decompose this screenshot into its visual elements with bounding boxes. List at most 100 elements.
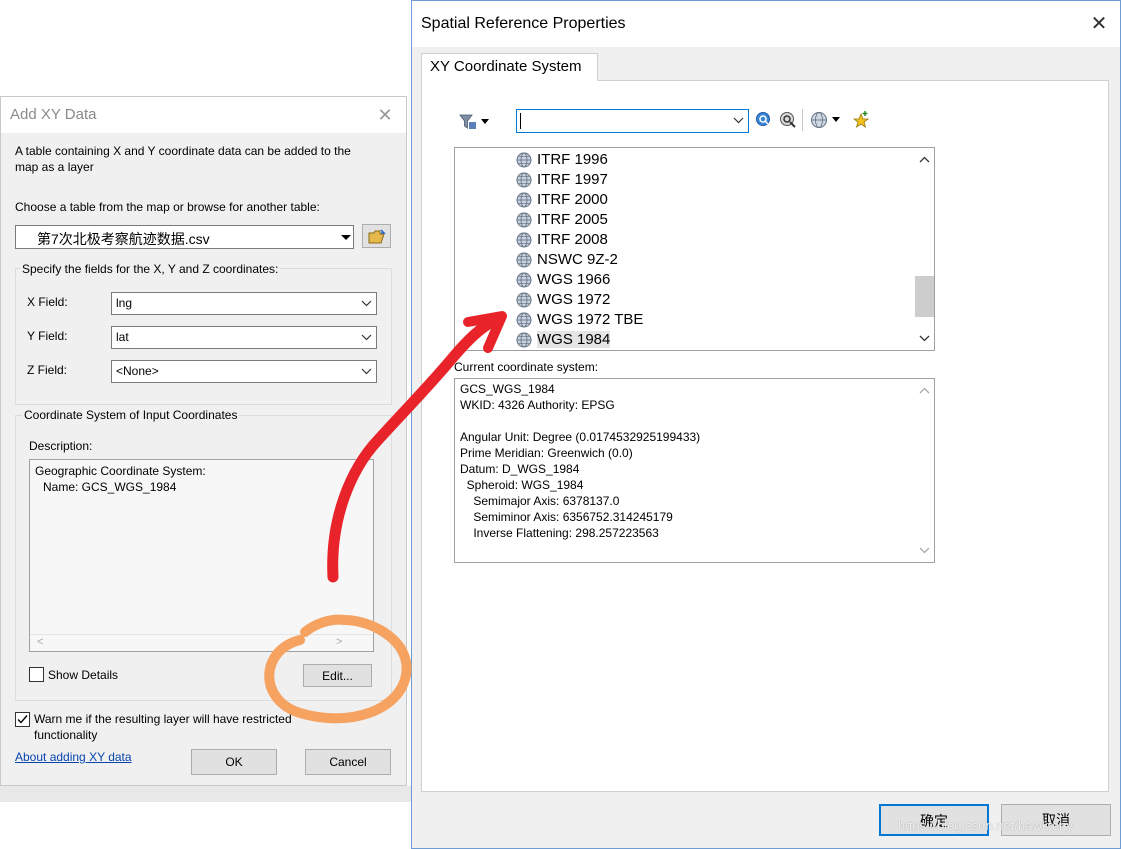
current-cs-line: Semiminor Axis: 6356752.314245179 bbox=[460, 510, 673, 524]
description-textbox[interactable]: Geographic Coordinate System: Name: GCS_… bbox=[29, 459, 374, 652]
globe-icon bbox=[516, 192, 532, 208]
warn-label-line2: functionality bbox=[34, 728, 98, 742]
current-cs-line: WKID: 4326 Authority: EPSG bbox=[460, 398, 615, 412]
x-field-label: X Field: bbox=[27, 295, 68, 309]
intro-text-line2: map as a layer bbox=[15, 160, 94, 174]
current-cs-line: Datum: D_WGS_1984 bbox=[460, 462, 580, 476]
z-field-value: <None> bbox=[116, 364, 159, 378]
globe-icon bbox=[516, 212, 532, 228]
globe-icon bbox=[516, 292, 532, 308]
add-xy-title: Add XY Data bbox=[10, 106, 97, 123]
background-strip bbox=[0, 786, 411, 802]
current-cs-line: Inverse Flattening: 298.257223563 bbox=[460, 526, 659, 540]
tab-xy-coordinate-system[interactable]: XY Coordinate System bbox=[421, 53, 598, 81]
toolbar-separator bbox=[802, 109, 803, 131]
description-line2: Name: GCS_WGS_1984 bbox=[43, 480, 177, 494]
intro-text-line1: A table containing X and Y coordinate da… bbox=[15, 144, 351, 158]
description-label: Description: bbox=[29, 439, 93, 453]
cs-list-item-label: WGS 1972 bbox=[537, 291, 611, 308]
desc-vscrollbar[interactable] bbox=[915, 379, 934, 562]
close-icon[interactable]: ✕ bbox=[373, 103, 397, 127]
show-details-label: Show Details bbox=[48, 668, 119, 682]
list-scroll-thumb[interactable] bbox=[915, 276, 934, 317]
cs-list-item-label: ITRF 2005 bbox=[537, 211, 608, 228]
current-cs-line: Semimajor Axis: 6378137.0 bbox=[460, 494, 620, 508]
warn-label-line1: Warn me if the resulting layer will have… bbox=[34, 712, 292, 726]
scroll-right-icon[interactable]: > bbox=[336, 636, 342, 648]
x-field-select[interactable]: lng bbox=[111, 292, 377, 315]
add-favorite-button[interactable] bbox=[851, 110, 871, 130]
spatial-reference-dialog: Spatial Reference Properties ✕ XY Coordi… bbox=[411, 0, 1121, 849]
search-input[interactable] bbox=[516, 109, 749, 133]
chevron-down-icon bbox=[361, 364, 372, 378]
chevron-down-icon bbox=[361, 296, 372, 310]
scroll-up-icon[interactable] bbox=[918, 384, 931, 397]
globe-icon bbox=[516, 152, 532, 168]
globe-icon bbox=[811, 112, 840, 128]
close-icon[interactable]: ✕ bbox=[1087, 12, 1111, 36]
filter-dropdown-button[interactable] bbox=[459, 113, 495, 131]
fields-group-caption: Specify the fields for the X, Y and Z co… bbox=[20, 262, 281, 276]
current-cs-line: Prime Meridian: Greenwich (0.0) bbox=[460, 446, 633, 460]
clear-search-button[interactable] bbox=[779, 111, 797, 129]
browse-folder-icon bbox=[368, 229, 386, 244]
search-button[interactable] bbox=[755, 111, 773, 129]
text-cursor bbox=[520, 113, 521, 129]
browse-folder-button[interactable] bbox=[362, 224, 391, 248]
show-details-checkbox[interactable] bbox=[29, 667, 44, 682]
y-field-label: Y Field: bbox=[27, 329, 68, 343]
cs-list-item-label: WGS 1984 bbox=[537, 331, 611, 348]
y-field-value: lat bbox=[116, 330, 129, 344]
x-field-value: lng bbox=[116, 296, 133, 310]
description-line1: Geographic Coordinate System: bbox=[35, 464, 206, 478]
y-field-select[interactable]: lat bbox=[111, 326, 377, 349]
cs-list-item-label: ITRF 1997 bbox=[537, 171, 608, 188]
checkmark-icon bbox=[17, 715, 28, 724]
spatial-ref-titlebar: Spatial Reference Properties ✕ bbox=[412, 1, 1120, 47]
warn-checkbox[interactable] bbox=[15, 712, 30, 727]
coord-system-caption: Coordinate System of Input Coordinates bbox=[22, 408, 240, 422]
add-xy-titlebar: Add XY Data ✕ bbox=[1, 97, 406, 133]
filter-icon bbox=[459, 114, 489, 129]
scroll-up-icon[interactable] bbox=[918, 153, 931, 166]
scroll-down-icon[interactable] bbox=[918, 332, 931, 345]
add-xy-data-dialog: Add XY Data ✕ A table containing X and Y… bbox=[0, 96, 407, 786]
edit-button[interactable]: Edit... bbox=[303, 664, 372, 687]
search-icon bbox=[756, 112, 770, 126]
table-select-value: 第7次北极考察航迹数据.csv bbox=[37, 231, 210, 247]
cs-list-item-label: WGS 1966 bbox=[537, 271, 611, 288]
scroll-down-icon[interactable] bbox=[918, 544, 931, 557]
z-field-select[interactable]: <None> bbox=[111, 360, 377, 383]
cs-list-item-label: ITRF 2008 bbox=[537, 231, 608, 248]
xy-coordinate-tabpanel: ITRF 1996 ITRF 1997 ITRF 2000 ITRF 2005 ITRF… bbox=[421, 80, 1109, 792]
table-select[interactable]: 第7次北极考察航迹数据.csv bbox=[15, 225, 354, 249]
coordinate-system-list[interactable]: ITRF 1996 ITRF 1997 ITRF 2000 ITRF 2005 ITRF… bbox=[454, 147, 935, 351]
ok-button[interactable]: OK bbox=[191, 749, 277, 775]
globe-icon bbox=[516, 332, 532, 348]
cs-list-item-label: ITRF 2000 bbox=[537, 191, 608, 208]
globe-icon bbox=[516, 312, 532, 328]
globe-dropdown-button[interactable] bbox=[810, 110, 846, 130]
current-cs-label: Current coordinate system: bbox=[454, 360, 599, 374]
description-hscrollbar[interactable]: < > bbox=[30, 634, 373, 651]
current-cs-line: Angular Unit: Degree (0.0174532925199433… bbox=[460, 430, 701, 444]
watermark: https://blog.csdn.net/hawktony bbox=[898, 818, 1073, 833]
scroll-left-icon[interactable]: < bbox=[37, 636, 43, 648]
about-xy-data-link[interactable]: About adding XY data bbox=[15, 750, 132, 764]
choose-table-label: Choose a table from the map or browse fo… bbox=[15, 200, 320, 214]
spatial-ref-title: Spatial Reference Properties bbox=[421, 15, 626, 32]
globe-icon bbox=[516, 272, 532, 288]
globe-icon bbox=[516, 172, 532, 188]
current-cs-textbox[interactable]: GCS_WGS_1984 WKID: 4326 Authority: EPSG An… bbox=[454, 378, 935, 563]
add-favorite-icon bbox=[852, 111, 870, 128]
current-cs-line: Spheroid: WGS_1984 bbox=[460, 478, 584, 492]
current-cs-line: GCS_WGS_1984 bbox=[460, 382, 555, 396]
z-field-label: Z Field: bbox=[27, 363, 68, 377]
chevron-down-icon bbox=[361, 330, 372, 344]
chevron-down-icon bbox=[733, 115, 744, 129]
globe-icon bbox=[516, 252, 532, 268]
cancel-button[interactable]: Cancel bbox=[305, 749, 391, 775]
cs-list-item-label: NSWC 9Z-2 bbox=[537, 251, 618, 268]
chevron-down-icon bbox=[340, 232, 351, 246]
list-vscrollbar[interactable] bbox=[915, 148, 934, 350]
